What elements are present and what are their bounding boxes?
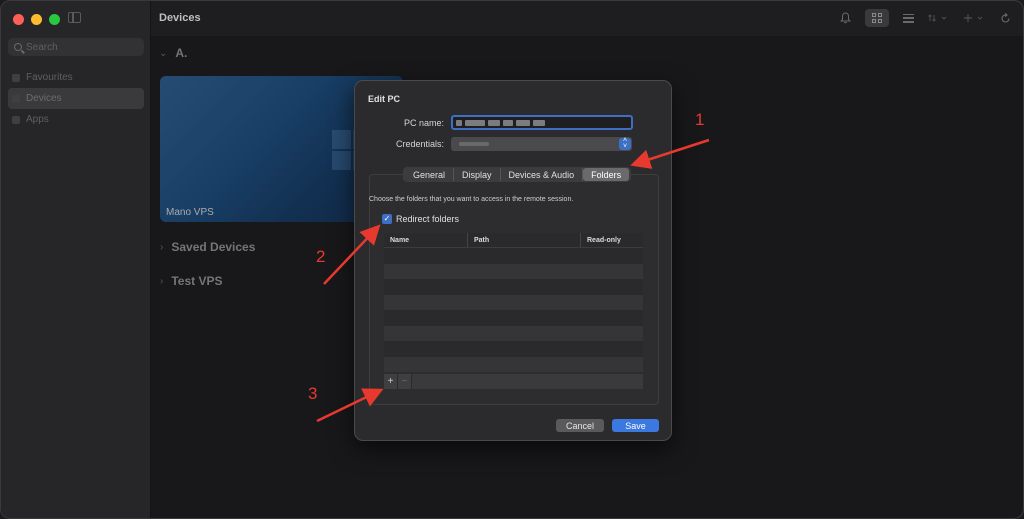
remove-folder-button[interactable]: − [398,374,412,389]
redirect-folders-option[interactable]: ✓ Redirect folders [382,214,459,224]
folders-description: Choose the folders that you want to acce… [369,196,574,203]
table-row [384,248,643,264]
close-window-button[interactable] [13,14,24,25]
window-controls [13,14,60,25]
zoom-window-button[interactable] [49,14,60,25]
table-row [384,263,643,279]
table-row [384,310,643,326]
folders-table: Name Path Read-only [384,233,643,372]
table-row [384,341,643,357]
select-stepper-icon: ˄ ˅ [619,137,631,150]
refresh-icon[interactable] [1000,9,1011,27]
search-input[interactable] [26,41,136,53]
sidebar-item-label: Favourites [26,72,73,83]
annotation-label-3: 3 [308,384,318,403]
table-header: Name Path Read-only [384,233,643,248]
sidebar-item-apps[interactable]: Apps [8,109,144,130]
search-icon [14,43,22,51]
window-title: Devices [159,12,201,24]
monitor-icon [12,94,20,103]
cancel-button[interactable]: Cancel [556,419,604,432]
sidebar-item-favourites[interactable]: Favourites [8,67,144,88]
pc-name-label: PC name: [403,118,444,128]
sidebar-toggle-icon[interactable] [68,12,81,23]
table-row [384,356,643,372]
toolbar [840,9,1011,27]
add-folder-button[interactable]: + [384,374,398,389]
sidebar-list: Favourites Devices Apps [8,67,144,130]
column-header-read-only[interactable]: Read-only [581,233,643,247]
column-header-name[interactable]: Name [384,233,468,247]
sidebar-item-label: Apps [26,114,49,125]
redirect-folders-checkbox[interactable]: ✓ [382,214,392,224]
star-icon [12,73,20,82]
tab-bar: General Display Devices & Audio Folders [403,167,632,182]
save-button[interactable]: Save [612,419,659,432]
credentials-select[interactable]: ˄ ˅ [451,137,632,151]
app-window: Favourites Devices Apps Devices [0,0,1024,519]
bell-icon[interactable] [840,9,851,27]
pc-name-field[interactable] [451,115,633,130]
credentials-label: Credentials: [395,139,444,149]
tab-devices-audio[interactable]: Devices & Audio [501,168,584,181]
sidebar-item-devices[interactable]: Devices [8,88,144,109]
tab-general[interactable]: General [405,168,455,181]
tab-folders[interactable]: Folders [583,168,630,181]
sidebar-item-label: Devices [26,93,62,104]
annotation-label-1: 1 [695,110,705,129]
table-row [384,294,643,310]
column-header-path[interactable]: Path [468,233,581,247]
table-row [384,279,643,295]
dialog-title: Edit PC [368,94,401,104]
tab-display[interactable]: Display [454,168,501,181]
apps-icon [12,115,20,124]
sort-icon[interactable] [928,9,950,27]
add-icon[interactable] [964,9,986,27]
grid-view-icon[interactable] [865,9,889,27]
annotation-label-2: 2 [316,247,326,266]
table-row [384,325,643,341]
edit-pc-dialog: Edit PC PC name: Credentials: ˄ ˅ General… [354,80,672,441]
sidebar: Favourites Devices Apps [1,1,151,518]
table-footer: + − [384,374,643,389]
list-view-icon[interactable] [903,9,914,27]
search-field[interactable] [8,38,144,56]
minimize-window-button[interactable] [31,14,42,25]
redirect-folders-label: Redirect folders [396,214,460,224]
